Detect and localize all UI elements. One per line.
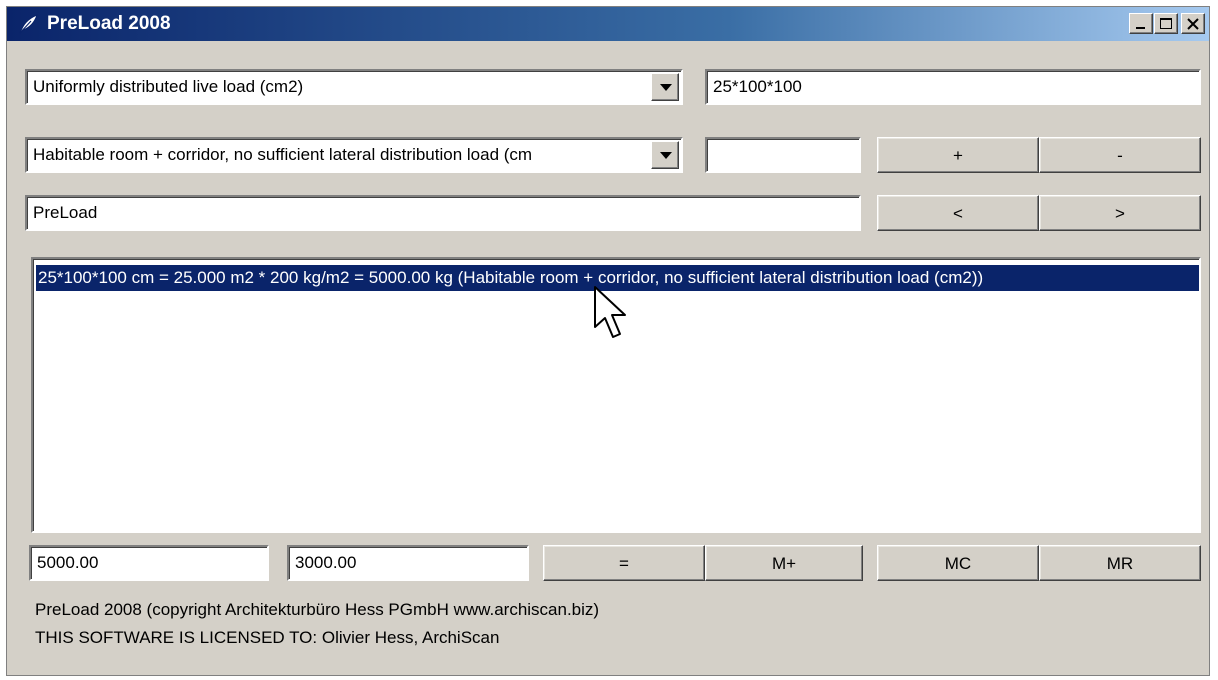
minimize-icon: [1136, 27, 1145, 29]
copyright-text: PreLoad 2008 (copyright Architekturbüro …: [35, 600, 600, 619]
window-title: PreLoad 2008: [47, 13, 171, 34]
result-value-field[interactable]: 5000.00: [29, 545, 269, 581]
feather-icon: [17, 13, 39, 35]
equals-button[interactable]: =: [543, 545, 705, 581]
load-type-value: Uniformly distributed live load (cm2): [33, 77, 304, 96]
app-window: PreLoad 2008 Uniformly distributed live …: [6, 6, 1210, 676]
close-button[interactable]: [1181, 13, 1205, 34]
chevron-down-icon: [660, 84, 672, 91]
dimensions-value: 25*100*100: [713, 77, 802, 96]
maximize-button[interactable]: [1154, 13, 1178, 34]
factor-input[interactable]: [705, 137, 861, 173]
memory-value-field[interactable]: 3000.00: [287, 545, 529, 581]
minus-button[interactable]: -: [1039, 137, 1201, 173]
license-text: THIS SOFTWARE IS LICENSED TO: Olivier He…: [35, 628, 500, 647]
memory-value: 3000.00: [295, 553, 357, 572]
next-button[interactable]: >: [1039, 195, 1201, 231]
result-value: 5000.00: [37, 553, 99, 572]
name-input[interactable]: PreLoad: [25, 195, 861, 231]
load-type-select[interactable]: Uniformly distributed live load (cm2): [25, 69, 683, 105]
previous-button[interactable]: <: [877, 195, 1039, 231]
close-icon: [1187, 18, 1199, 30]
category-dropdown-button[interactable]: [651, 141, 679, 169]
name-value: PreLoad: [33, 203, 98, 222]
plus-button[interactable]: +: [877, 137, 1039, 173]
mouse-pointer-icon: [593, 285, 627, 346]
memory-add-button[interactable]: M+: [705, 545, 863, 581]
dimensions-input[interactable]: 25*100*100: [705, 69, 1201, 105]
memory-clear-button[interactable]: MC: [877, 545, 1039, 581]
memory-recall-button[interactable]: MR: [1039, 545, 1201, 581]
category-select[interactable]: Habitable room + corridor, no sufficient…: [25, 137, 683, 173]
title-bar[interactable]: PreLoad 2008: [7, 7, 1209, 41]
category-value: Habitable room + corridor, no sufficient…: [33, 145, 533, 164]
minimize-button[interactable]: [1129, 13, 1153, 34]
chevron-down-icon: [660, 152, 672, 159]
maximize-icon: [1160, 18, 1172, 29]
load-type-dropdown-button[interactable]: [651, 73, 679, 101]
